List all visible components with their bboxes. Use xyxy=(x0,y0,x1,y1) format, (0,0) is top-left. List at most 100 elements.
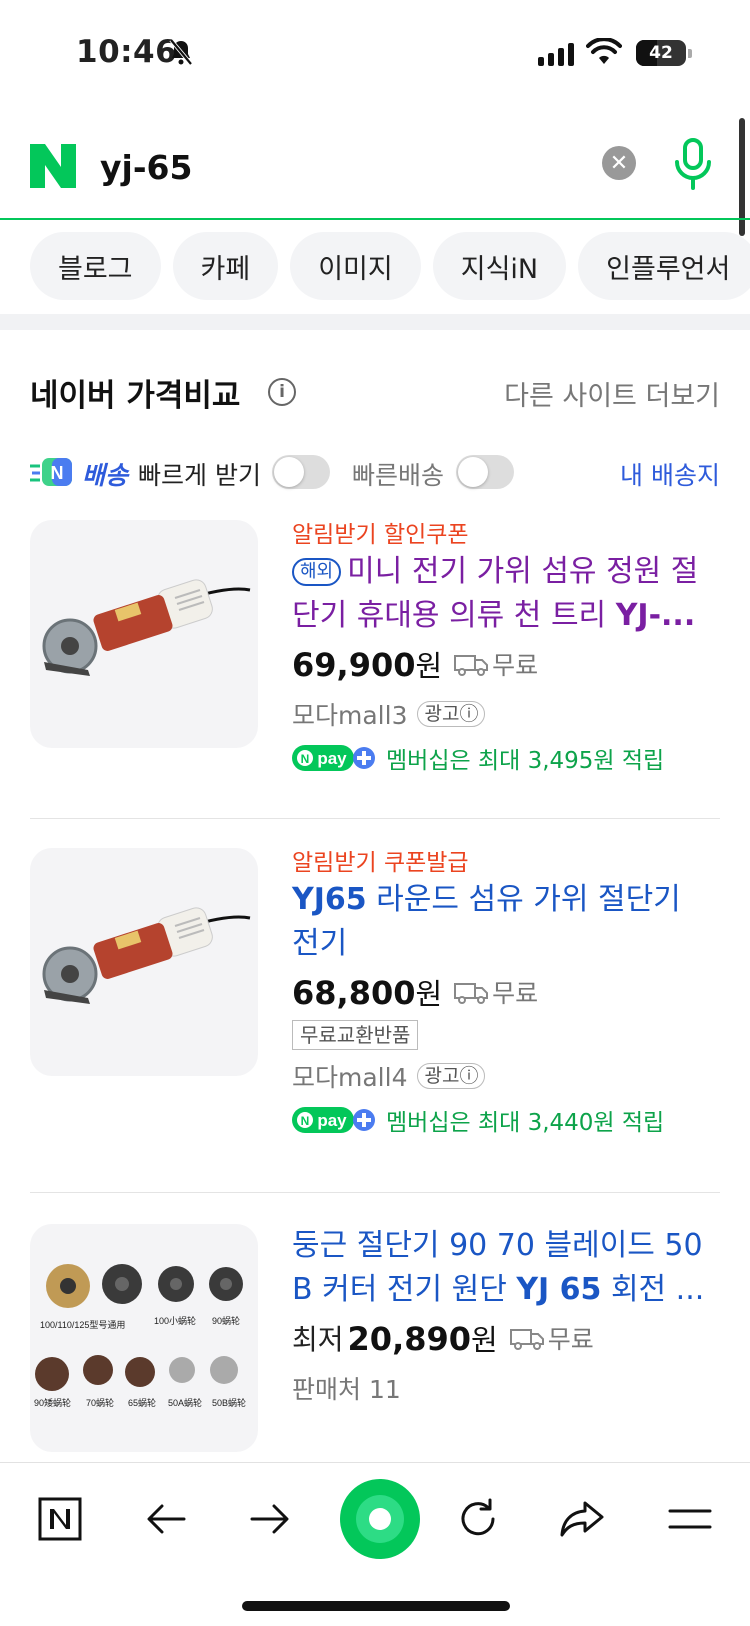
delivery-word: 배송 xyxy=(82,461,129,490)
naver-logo-icon[interactable] xyxy=(30,144,76,188)
promo-label[interactable]: 알림받기 쿠폰발급 xyxy=(292,848,720,878)
fast-delivery-badge-icon: N xyxy=(30,458,72,486)
lowest-label: 최저 xyxy=(292,1323,344,1356)
tab-image[interactable]: 이미지 xyxy=(290,232,421,300)
product-info: 알림받기 쿠폰발급 YJ65 라운드 섬유 가위 절단기 전기 68,800원 무… xyxy=(292,848,720,1138)
my-address-link[interactable]: 내 배송지 xyxy=(620,456,720,492)
seller-count[interactable]: 판매처 11 xyxy=(292,1370,401,1406)
title-line-1: 둥근 절단기 90 70 블레이드 50 xyxy=(292,1228,703,1263)
title-line-2-end: 회전 ... xyxy=(601,1272,705,1307)
seller-row: 판매처 11 xyxy=(292,1370,720,1406)
seller-row: 모다mall3 광고ⓘ xyxy=(292,696,720,732)
title-line-1: 라운드 섬유 가위 절단기 xyxy=(366,882,681,917)
npay-row: N pay 멤버십은 최대 3,440원 적립 xyxy=(292,1102,720,1138)
seller-name[interactable]: 모다mall4 xyxy=(292,1058,407,1094)
price-row: 68,800원 무료 xyxy=(292,968,720,1016)
arrow-left-icon xyxy=(147,1504,186,1534)
tab-knowledge-in[interactable]: 지식iN xyxy=(432,232,567,300)
truck-icon xyxy=(454,655,489,676)
more-sites-link[interactable]: 다른 사이트 더보기 xyxy=(504,374,720,413)
reload-button[interactable] xyxy=(448,1489,508,1549)
truck-icon xyxy=(454,983,489,1004)
share-button[interactable] xyxy=(552,1489,612,1549)
title-line-1: 미니 전기 가위 섬유 정원 절 xyxy=(347,554,699,589)
delivery-badge-letter: N xyxy=(51,463,64,483)
image-label: 65蜗轮 xyxy=(128,1397,156,1408)
ad-badge[interactable]: 광고ⓘ xyxy=(417,701,486,727)
currency: 원 xyxy=(415,649,443,683)
battery-icon: 42 xyxy=(636,40,692,66)
free-return-tag: 무료교환반품 xyxy=(292,1020,419,1050)
green-dot-icon xyxy=(340,1479,420,1559)
promo-label[interactable]: 알림받기 할인쿠폰 xyxy=(292,520,720,550)
product-title[interactable]: 둥근 절단기 90 70 블레이드 50 B 커터 전기 원단 YJ 65 회전 … xyxy=(292,1224,720,1312)
section-title: 네이버 가격비교 xyxy=(30,378,241,414)
card-divider xyxy=(30,1192,720,1193)
price-value: 68,800 xyxy=(292,974,416,1012)
menu-button[interactable] xyxy=(660,1489,720,1549)
delivery-filter-row: N 배송 빠르게 받기 빠른배송 내 배송지 xyxy=(30,452,720,496)
fabric-cutter-image xyxy=(42,907,251,1004)
green-dot-button[interactable] xyxy=(338,1477,422,1561)
fast-shipping-label: 빠른배송 xyxy=(352,461,445,490)
npay-logo-icon: N pay xyxy=(292,745,375,771)
product-info: 알림받기 할인쿠폰 해외 미니 전기 가위 섬유 정원 절단기 휴대용 의류 천 … xyxy=(292,520,720,776)
currency: 원 xyxy=(471,1323,498,1357)
product-image[interactable] xyxy=(30,520,258,748)
image-label: 70蜗轮 xyxy=(86,1397,114,1408)
title-keyword: YJ65 xyxy=(292,882,367,917)
image-label: 50A蜗轮 xyxy=(168,1397,202,1408)
product-info: 둥근 절단기 90 70 블레이드 50 B 커터 전기 원단 YJ 65 회전 … xyxy=(292,1224,720,1406)
clear-search-button[interactable]: ✕ xyxy=(602,146,636,180)
svg-text:N: N xyxy=(301,1114,310,1128)
title-line-2: B 커터 전기 원단 xyxy=(292,1272,517,1307)
wifi-icon xyxy=(586,38,622,64)
overseas-badge: 해외 xyxy=(292,558,342,586)
search-input[interactable]: yj-65 xyxy=(100,148,192,187)
naver-home-button[interactable] xyxy=(30,1489,90,1549)
product-image[interactable] xyxy=(30,848,258,1076)
image-label: 100/110/125型号通用 xyxy=(40,1320,125,1330)
back-button[interactable] xyxy=(136,1489,196,1549)
fast-receive-label: 빠르게 받기 xyxy=(138,461,261,490)
fast-receive-toggle[interactable] xyxy=(272,455,330,489)
npay-label: pay xyxy=(317,749,347,768)
price: 68,800원 xyxy=(292,971,442,1013)
product-title[interactable]: 해외 미니 전기 가위 섬유 정원 절단기 휴대용 의류 천 트리 YJ-... xyxy=(292,550,720,638)
image-label: 90蜗轮 xyxy=(212,1315,240,1326)
bell-muted-icon xyxy=(169,38,193,66)
fast-shipping-toggle[interactable] xyxy=(456,455,514,489)
hamburger-menu-icon xyxy=(668,1509,712,1529)
forward-button[interactable] xyxy=(240,1489,300,1549)
npay-label: pay xyxy=(317,1111,347,1130)
cellular-signal-icon xyxy=(538,42,574,66)
price-row: 최저 20,890원 무료 xyxy=(292,1314,720,1362)
price-value: 69,900 xyxy=(292,646,416,684)
price: 20,890원 xyxy=(348,1317,498,1359)
title-keyword: YJ 65 xyxy=(516,1272,602,1307)
seller-name[interactable]: 모다mall3 xyxy=(292,696,407,732)
status-time: 10:46 xyxy=(76,34,178,70)
home-indicator[interactable] xyxy=(242,1601,510,1611)
naver-n-icon xyxy=(38,1497,82,1541)
product-title[interactable]: YJ65 라운드 섬유 가위 절단기 전기 xyxy=(292,878,720,966)
title-keyword: YJ-... xyxy=(615,598,696,633)
shipping-fee: 무료 xyxy=(547,1325,594,1354)
membership-reward-text: 멤버십은 최대 3,495원 적립 xyxy=(386,748,665,774)
microphone-icon[interactable] xyxy=(670,138,716,190)
search-bar: yj-65 ✕ xyxy=(0,122,750,220)
tab-cafe[interactable]: 카페 xyxy=(172,232,279,300)
tab-influencer[interactable]: 인플루언서 xyxy=(578,232,750,300)
title-line-2: 단기 휴대용 의류 천 트리 xyxy=(292,598,616,633)
seller-row: 모다mall4 광고ⓘ xyxy=(292,1058,720,1094)
arrow-right-icon xyxy=(250,1504,289,1534)
share-icon xyxy=(560,1501,604,1537)
image-label: 90矮蜗轮 xyxy=(34,1397,71,1408)
info-icon[interactable]: i xyxy=(268,378,296,406)
svg-text:N: N xyxy=(301,752,310,766)
refresh-icon xyxy=(461,1498,495,1536)
product-image[interactable]: 100/110/125型号通用 100小蜗轮 90蜗轮 90矮蜗轮 70蜗轮 6… xyxy=(30,1224,258,1452)
image-label: 100小蜗轮 xyxy=(154,1315,196,1326)
ad-badge[interactable]: 광고ⓘ xyxy=(417,1063,486,1089)
tab-blog[interactable]: 블로그 xyxy=(30,232,161,300)
